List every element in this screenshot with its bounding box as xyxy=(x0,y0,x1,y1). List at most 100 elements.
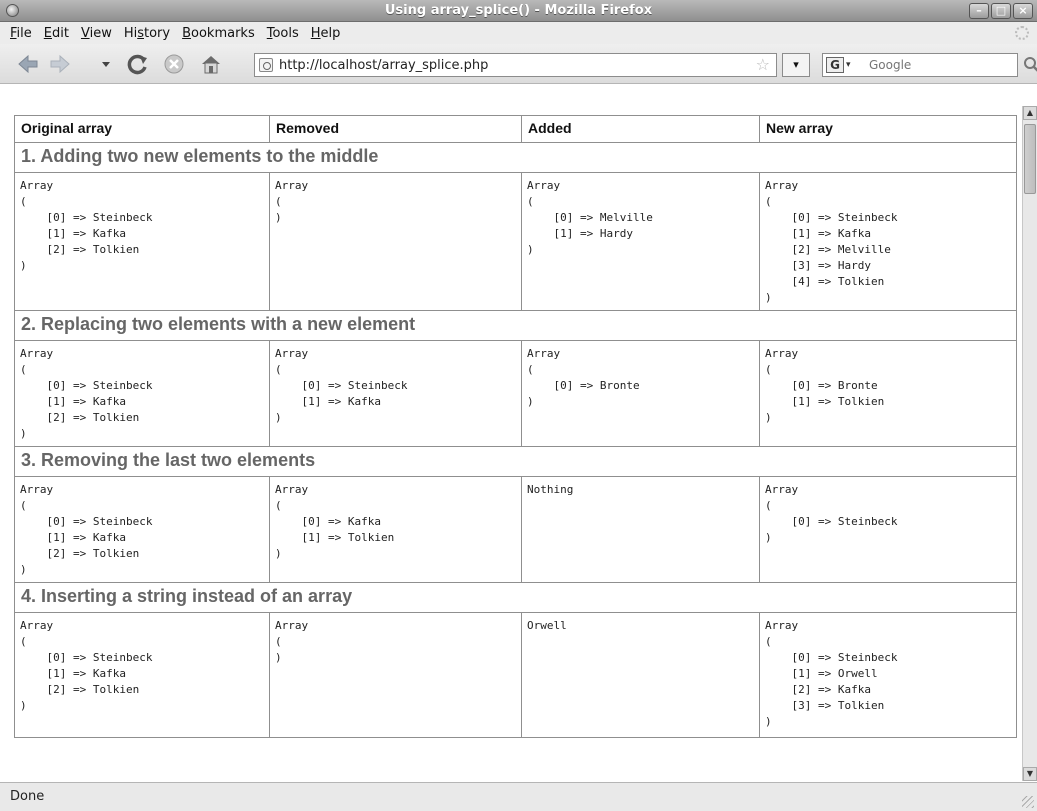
header-added: Added xyxy=(521,115,760,143)
back-arrow-icon[interactable] xyxy=(16,53,40,75)
url-history-dropdown[interactable]: ▾ xyxy=(782,53,810,77)
splice-results-table: Original array Removed Added New array 1… xyxy=(14,115,1017,738)
array-dump: Array ( [0] => Steinbeck [1] => Kafka [2… xyxy=(20,347,153,440)
menu-file-label: ile xyxy=(16,25,32,41)
status-bar: Done xyxy=(0,782,1037,811)
bookmark-star-icon[interactable]: ☆ xyxy=(756,56,770,74)
table-row: Array ( [0] => Steinbeck [1] => Kafka [2… xyxy=(14,476,1017,583)
close-button[interactable]: × xyxy=(1013,3,1033,19)
url-input[interactable] xyxy=(279,56,739,74)
window-title-bar: Using array_splice() - Mozilla Firefox –… xyxy=(0,0,1037,22)
cell-new-array: Array ( [0] => Bronte [1] => Tolkien ) xyxy=(759,340,1017,447)
stop-icon[interactable] xyxy=(162,53,186,75)
header-original-array: Original array xyxy=(14,115,270,143)
cell-original-array: Array ( [0] => Steinbeck [1] => Kafka [2… xyxy=(14,476,270,583)
scroll-down-arrow-icon[interactable]: ▼ xyxy=(1023,767,1037,781)
cell-added: Array ( [0] => Melville [1] => Hardy ) xyxy=(521,172,760,311)
array-dump: Array ( [0] => Melville [1] => Hardy ) xyxy=(527,179,653,256)
navigation-toolbar: ☆ ▾ G ▾ xyxy=(0,44,1037,84)
window-title: Using array_splice() - Mozilla Firefox xyxy=(384,3,653,18)
cell-added: Array ( [0] => Bronte ) xyxy=(521,340,760,447)
menu-bookmarks-label: ookmarks xyxy=(191,25,255,41)
section-row: 2. Replacing two elements with a new ele… xyxy=(14,310,1017,341)
address-bar[interactable]: ☆ xyxy=(254,53,777,77)
search-engine-selector[interactable]: G ▾ xyxy=(826,56,864,74)
menu-view-mnemonic: V xyxy=(80,25,90,41)
chevron-down-icon: ▾ xyxy=(846,60,851,70)
table-row: Array ( [0] => Steinbeck [1] => Kafka [2… xyxy=(14,340,1017,447)
cell-new-array: Array ( [0] => Steinbeck ) xyxy=(759,476,1017,583)
reload-icon[interactable] xyxy=(126,53,150,75)
home-icon[interactable] xyxy=(199,53,223,75)
array-dump: Array ( [0] => Steinbeck ) xyxy=(765,483,898,544)
cell-removed: Array ( [0] => Kafka [1] => Tolkien ) xyxy=(269,476,522,583)
menu-tools[interactable]: Tools xyxy=(261,26,305,41)
window-controls: – □ × xyxy=(969,3,1033,19)
array-dump: Array ( ) xyxy=(275,179,309,224)
google-engine-icon: G xyxy=(826,57,844,73)
menu-history-mnemonic: s xyxy=(137,25,144,41)
array-dump: Array ( [0] => Steinbeck [1] => Kafka [2… xyxy=(20,483,153,576)
cell-removed: Array ( [0] => Steinbeck [1] => Kafka ) xyxy=(269,340,522,447)
cell-original-array: Array ( [0] => Steinbeck [1] => Kafka [2… xyxy=(14,612,270,738)
cell-new-array: Array ( [0] => Steinbeck [1] => Kafka [2… xyxy=(759,172,1017,311)
status-text: Done xyxy=(10,789,45,804)
history-dropdown-icon[interactable] xyxy=(94,53,118,75)
section-row: 1. Adding two new elements to the middle xyxy=(14,142,1017,173)
search-input[interactable] xyxy=(869,56,989,74)
vertical-scrollbar[interactable]: ▲ ▼ xyxy=(1022,106,1037,781)
cell-original-array: Array ( [0] => Steinbeck [1] => Kafka [2… xyxy=(14,172,270,311)
cell-added: Orwell xyxy=(521,612,760,738)
menu-view-label: iew xyxy=(89,25,112,41)
search-bar[interactable]: G ▾ xyxy=(822,53,1037,77)
menu-edit[interactable]: Edit xyxy=(38,26,75,41)
menu-edit-label: dit xyxy=(52,25,69,41)
menu-bookmarks[interactable]: Bookmarks xyxy=(176,26,261,41)
section-title: 2. Replacing two elements with a new ele… xyxy=(14,310,1017,341)
array-dump: Nothing xyxy=(527,483,574,496)
section-title: 3. Removing the last two elements xyxy=(14,446,1017,477)
page-content: Original array Removed Added New array 1… xyxy=(0,85,1020,782)
table-header-row: Original array Removed Added New array xyxy=(14,115,1017,143)
table-row: Array ( [0] => Steinbeck [1] => Kafka [2… xyxy=(14,172,1017,311)
search-icon[interactable] xyxy=(1023,56,1037,74)
array-dump: Array ( [0] => Steinbeck [1] => Kafka [2… xyxy=(20,179,153,272)
array-dump: Array ( [0] => Steinbeck [1] => Orwell [… xyxy=(765,619,898,728)
cell-added: Nothing xyxy=(521,476,760,583)
array-dump: Array ( [0] => Bronte ) xyxy=(527,347,640,408)
resize-grip-icon[interactable] xyxy=(1022,796,1034,808)
menu-bar: File Edit View History Bookmarks Tools H… xyxy=(0,22,1037,44)
header-new-array: New array xyxy=(759,115,1017,143)
array-dump: Array ( [0] => Steinbeck [1] => Kafka ) xyxy=(275,347,408,424)
site-identity-icon[interactable] xyxy=(259,58,273,72)
throbber-icon xyxy=(1015,26,1029,40)
menu-view[interactable]: View xyxy=(75,26,118,41)
array-dump: Array ( ) xyxy=(275,619,309,664)
menu-file[interactable]: File xyxy=(4,26,38,41)
maximize-button[interactable]: □ xyxy=(991,3,1011,19)
section-row: 3. Removing the last two elements xyxy=(14,446,1017,477)
section-row: 4. Inserting a string instead of an arra… xyxy=(14,582,1017,613)
cell-removed: Array ( ) xyxy=(269,172,522,311)
section-title: 1. Adding two new elements to the middle xyxy=(14,142,1017,173)
scroll-up-arrow-icon[interactable]: ▲ xyxy=(1023,106,1037,120)
menu-history-label: tory xyxy=(144,25,171,41)
array-dump: Array ( [0] => Steinbeck [1] => Kafka [2… xyxy=(20,619,153,712)
cell-new-array: Array ( [0] => Steinbeck [1] => Orwell [… xyxy=(759,612,1017,738)
minimize-button[interactable]: – xyxy=(969,3,989,19)
section-title: 4. Inserting a string instead of an arra… xyxy=(14,582,1017,613)
menu-help-mnemonic: H xyxy=(310,25,321,41)
array-dump: Array ( [0] => Kafka [1] => Tolkien ) xyxy=(275,483,395,560)
menu-help-label: elp xyxy=(320,25,341,41)
scrollbar-thumb[interactable] xyxy=(1024,124,1036,194)
array-dump: Orwell xyxy=(527,619,567,632)
table-row: Array ( [0] => Steinbeck [1] => Kafka [2… xyxy=(14,612,1017,738)
header-removed: Removed xyxy=(269,115,522,143)
array-dump: Array ( [0] => Steinbeck [1] => Kafka [2… xyxy=(765,179,898,304)
menu-history[interactable]: History xyxy=(118,26,176,41)
forward-arrow-icon[interactable] xyxy=(48,53,72,75)
array-dump: Array ( [0] => Bronte [1] => Tolkien ) xyxy=(765,347,885,424)
menu-edit-mnemonic: E xyxy=(43,25,52,41)
menu-help[interactable]: Help xyxy=(305,26,347,41)
menu-tools-label: ools xyxy=(272,25,299,41)
